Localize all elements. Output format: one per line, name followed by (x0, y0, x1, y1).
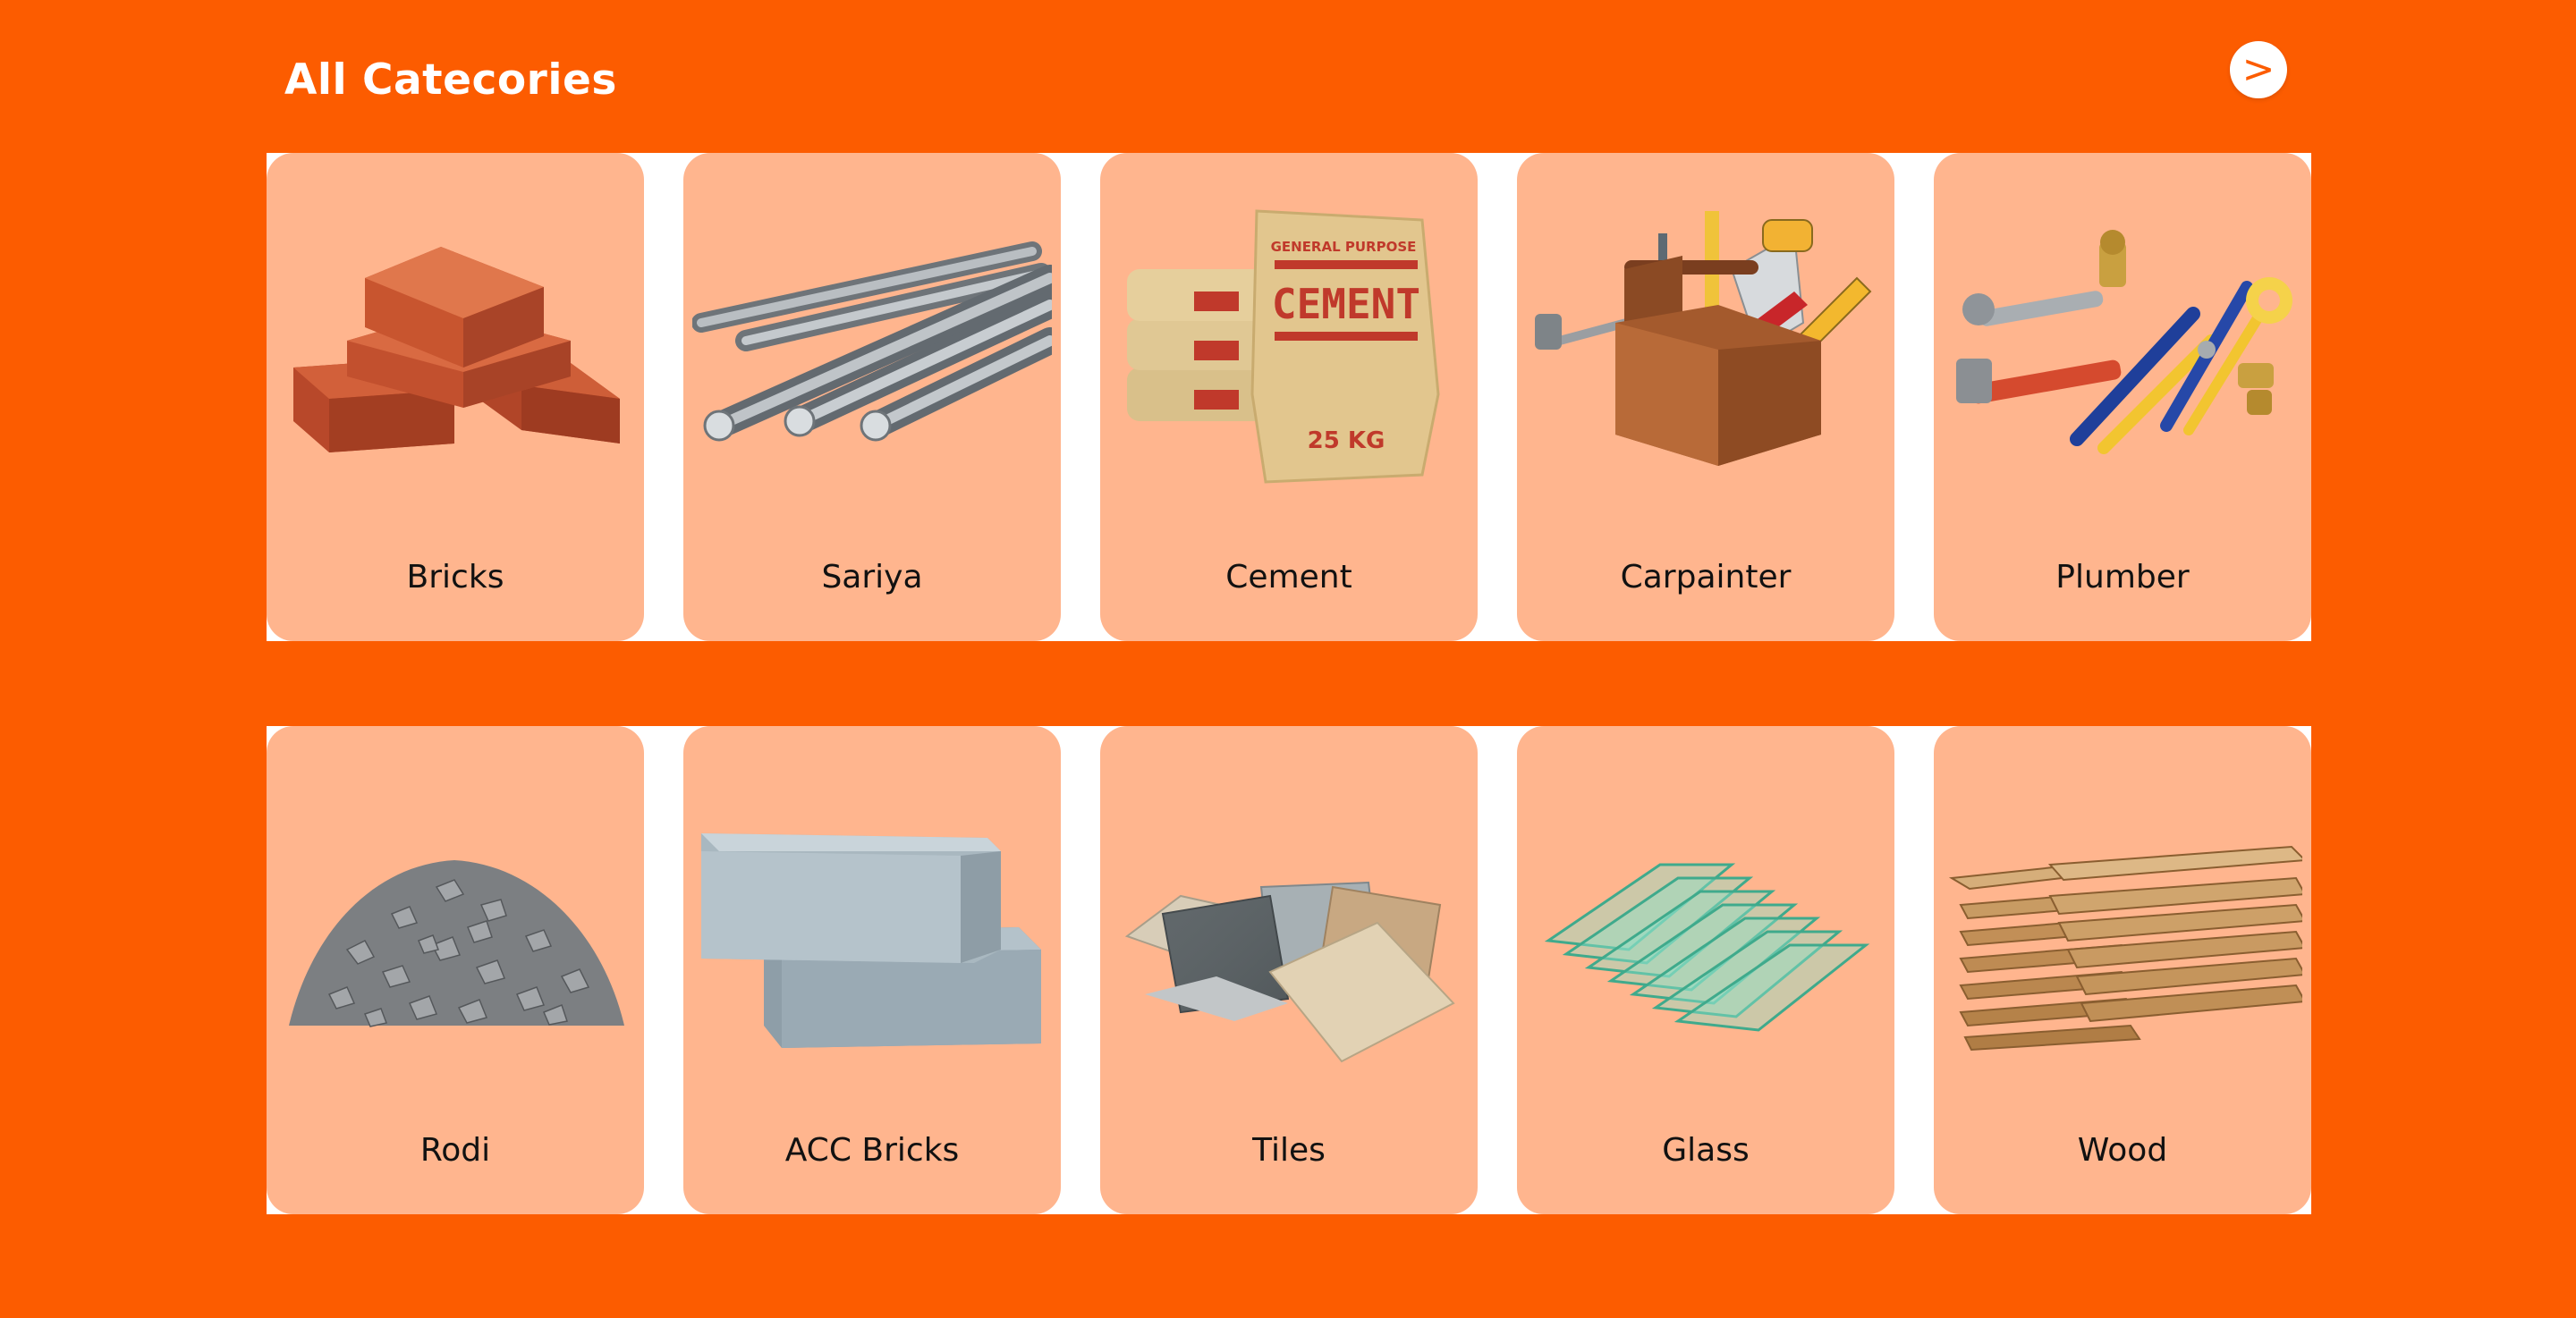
glass-sheets-icon (1544, 863, 1870, 1032)
category-label: Wood (2077, 1132, 2168, 1169)
tiles-icon (1124, 881, 1455, 1063)
category-card-bricks[interactable]: Bricks (267, 153, 644, 641)
category-label: Carpainter (1620, 559, 1792, 596)
category-label: Cement (1225, 559, 1352, 596)
gravel-pile-icon (289, 860, 624, 1027)
category-label: Bricks (406, 559, 504, 596)
category-card-wood[interactable]: Wood (1934, 726, 2311, 1214)
wood-planks-icon (1948, 845, 2302, 1052)
plumbing-tools-icon (1956, 230, 2292, 454)
cement-bag-subtitle: GENERAL PURPOSE (1271, 239, 1417, 255)
category-card-rodi[interactable]: Rodi (267, 726, 644, 1214)
next-button[interactable]: > (2230, 41, 2287, 98)
category-card-cement[interactable]: GENERAL PURPOSE CEMENT 25 KG Cement (1100, 153, 1478, 641)
categories-row-1: Bricks Sariya GENERAL PURPOSE CEMENT 25 … (267, 153, 2311, 641)
categories-row-2: Rodi ACC Bricks Tiles Glass Wood (267, 726, 2311, 1214)
carpenter-toolbox-icon (1535, 211, 1872, 466)
category-card-glass[interactable]: Glass (1517, 726, 1894, 1214)
acc-blocks-icon (701, 833, 1041, 1048)
category-label: Glass (1662, 1132, 1750, 1169)
category-card-carpainter[interactable]: Carpainter (1517, 153, 1894, 641)
steel-rebar-icon (692, 241, 1052, 442)
category-label: Plumber (2055, 559, 2190, 596)
category-card-sariya[interactable]: Sariya (683, 153, 1061, 641)
cement-bag-weight: 25 KG (1308, 427, 1385, 454)
category-label: ACC Bricks (784, 1132, 960, 1169)
cement-bag-brand: CEMENT (1272, 280, 1420, 328)
cement-bags-icon: GENERAL PURPOSE CEMENT 25 KG (1127, 209, 1440, 484)
category-label: Rodi (419, 1132, 491, 1169)
category-card-acc-bricks[interactable]: ACC Bricks (683, 726, 1061, 1214)
category-label: Tiles (1252, 1132, 1326, 1169)
bricks-icon (293, 247, 620, 452)
page-title: All Catecories (284, 55, 617, 105)
category-card-plumber[interactable]: Plumber (1934, 153, 2311, 641)
category-label: Sariya (821, 559, 923, 596)
category-card-tiles[interactable]: Tiles (1100, 726, 1478, 1214)
